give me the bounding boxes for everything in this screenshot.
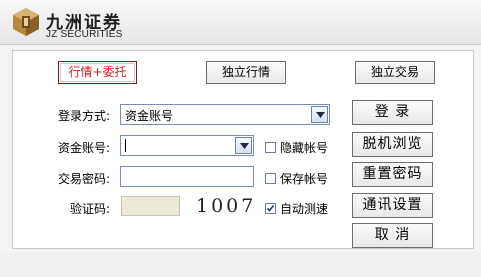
account-input[interactable] [120, 135, 254, 156]
auto-speedtest-label: 自动测速 [280, 202, 329, 216]
checkbox-box[interactable] [265, 203, 276, 214]
save-account-label: 保存帐号 [280, 172, 329, 186]
checkbox-box[interactable] [265, 173, 276, 184]
login-type-label: 登录方式: [57, 109, 110, 123]
status-bar [0, 252, 481, 277]
login-type-select[interactable]: 资金账号 [120, 104, 330, 125]
captcha-label: 验证码: [69, 202, 110, 216]
save-account-checkbox[interactable]: 保存帐号 [265, 170, 328, 187]
hide-account-checkbox[interactable]: 隐藏帐号 [265, 139, 328, 156]
hide-account-label: 隐藏帐号 [280, 141, 329, 155]
brand-name-en: JZ SECURITIES [46, 29, 123, 40]
network-settings-button[interactable]: 通讯设置 [352, 193, 433, 218]
mode-quote-and-trade-button[interactable]: 行情+委托 [58, 61, 137, 84]
header-bar: 九洲证券 JZ SECURITIES [0, 0, 481, 45]
account-label: 资金账号: [57, 141, 110, 155]
cancel-button[interactable]: 取 消 [352, 223, 433, 248]
account-history-dropdown-button[interactable] [235, 137, 252, 154]
chevron-down-icon [316, 112, 325, 118]
captcha-input[interactable] [121, 196, 180, 216]
reset-password-button[interactable]: 重置密码 [352, 162, 433, 187]
login-button[interactable]: 登 录 [352, 100, 433, 125]
login-panel: 行情+委托 独立行情 独立交易 登录方式: 资金账号: 交易密码: 验证码: 资… [12, 50, 474, 249]
chevron-down-icon [240, 143, 249, 149]
checkmark-icon [266, 205, 275, 212]
mode-trade-only-button[interactable]: 独立交易 [355, 61, 435, 84]
auto-speedtest-checkbox[interactable]: 自动测速 [265, 200, 328, 217]
offline-browse-button[interactable]: 脱机浏览 [352, 132, 433, 157]
checkbox-box[interactable] [265, 142, 276, 153]
login-type-value: 资金账号 [125, 107, 174, 124]
password-label: 交易密码: [57, 172, 110, 186]
login-type-dropdown-button[interactable] [311, 106, 328, 123]
captcha-code-image[interactable]: 1007 [196, 195, 256, 217]
account-value [125, 139, 126, 152]
password-input[interactable] [120, 166, 254, 187]
jz-logo-icon [13, 8, 39, 36]
mode-quote-only-button[interactable]: 独立行情 [206, 61, 286, 84]
